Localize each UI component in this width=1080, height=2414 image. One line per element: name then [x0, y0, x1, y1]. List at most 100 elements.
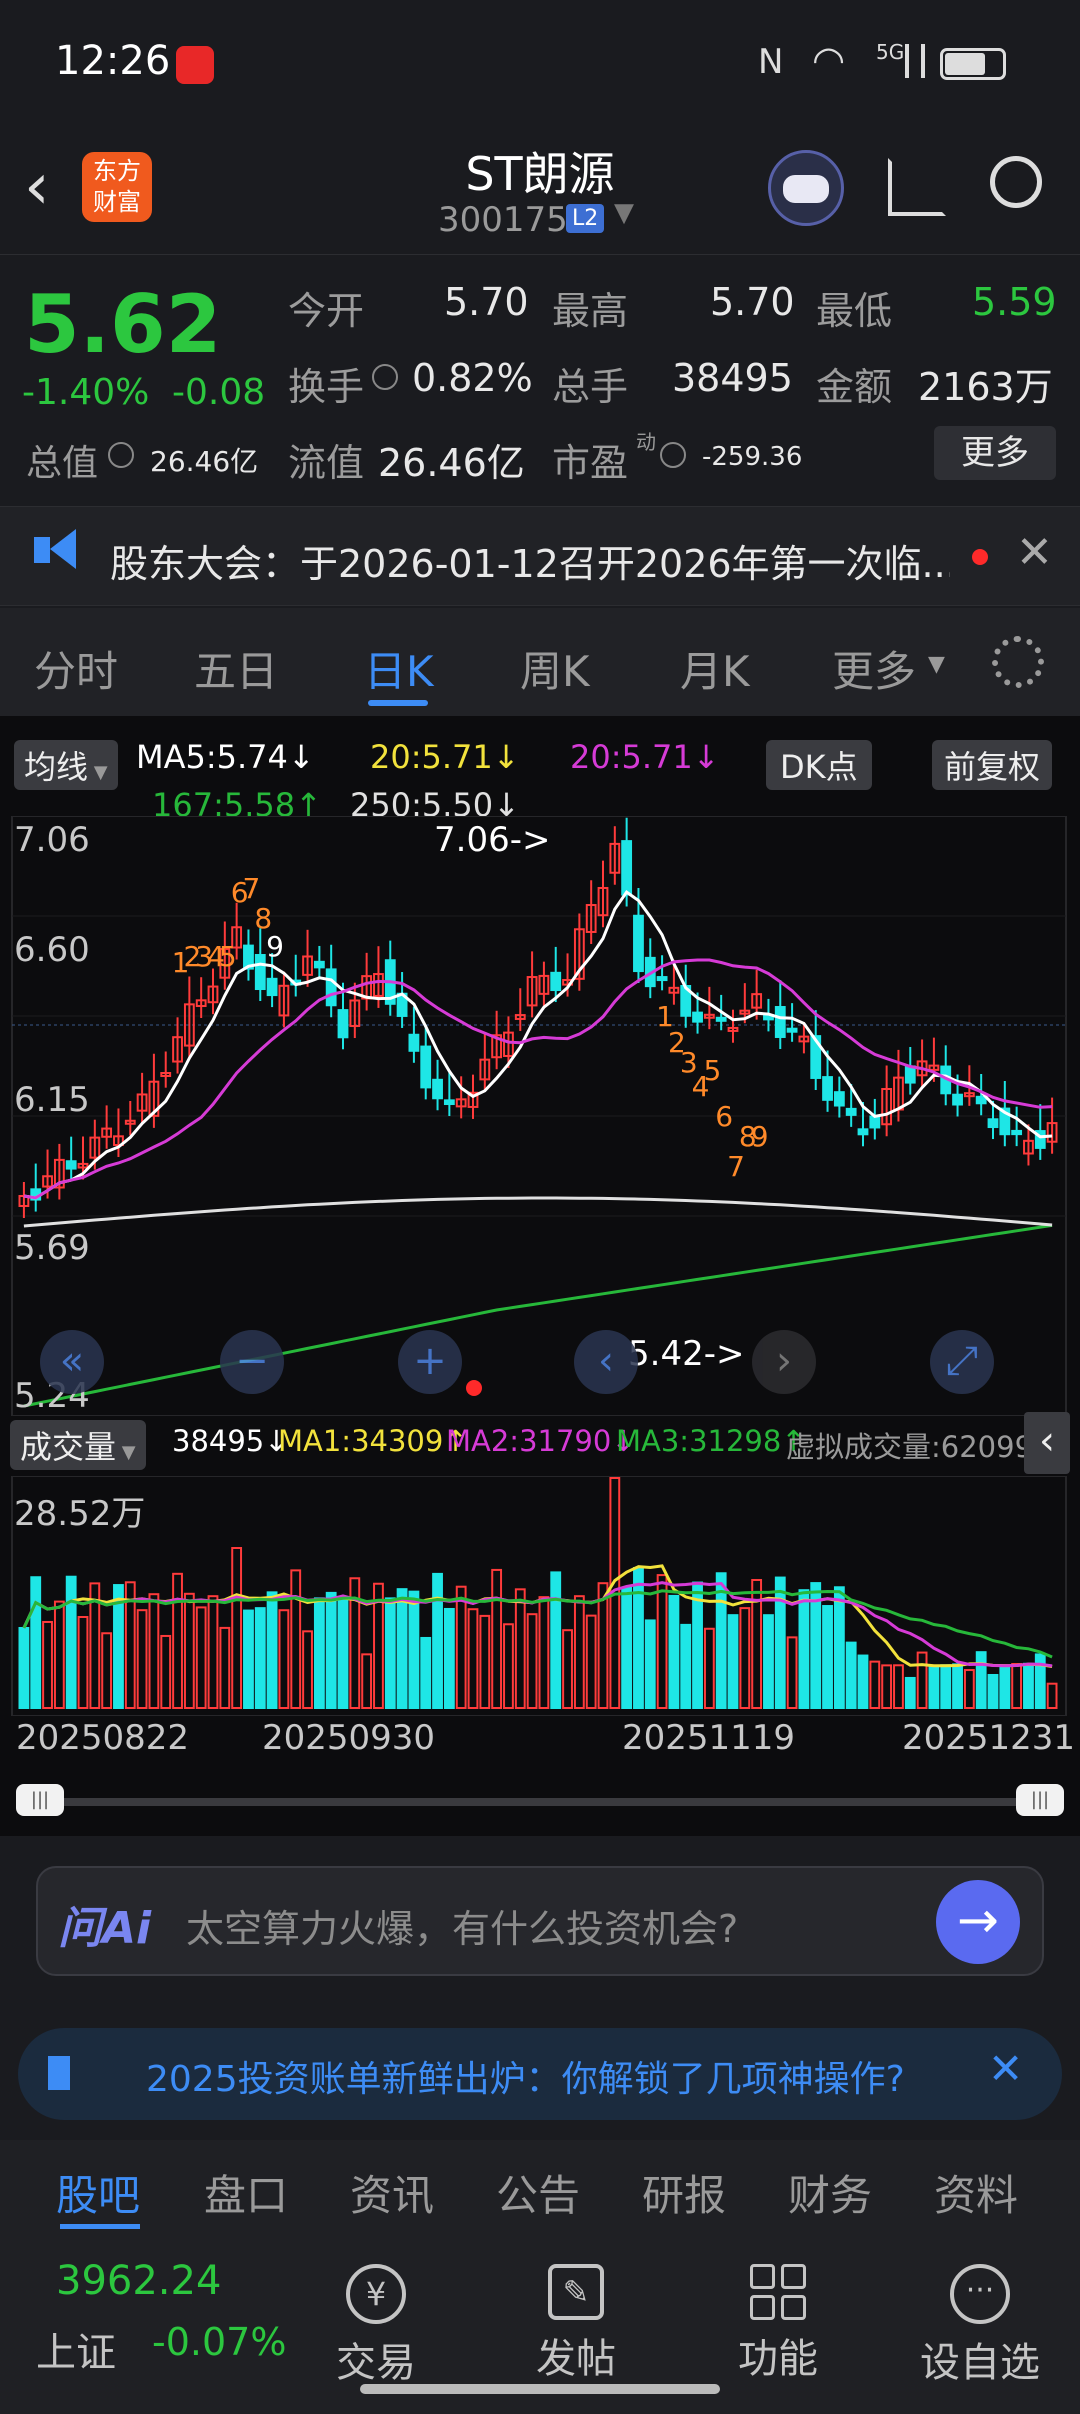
status-bar: 12:26 N ◠ 5G	[0, 0, 1080, 130]
adjust-button[interactable]: 前复权	[932, 740, 1053, 790]
tab-forum[interactable]: 股吧	[56, 2162, 140, 2223]
signal-marker: 5	[219, 940, 237, 973]
ma5-value: MA5:5.74↓	[136, 738, 315, 776]
index-value[interactable]: 3962.24	[56, 2258, 221, 2304]
pe-label: 市盈	[552, 441, 629, 485]
robot-assistant-icon[interactable]	[768, 150, 844, 226]
arrow-right-icon[interactable]: →	[936, 1880, 1020, 1964]
float-label: 流值	[288, 441, 365, 485]
add-watchlist-button[interactable]: ··· 设自选	[900, 2264, 1060, 2388]
back-icon[interactable]: ‹	[24, 150, 50, 224]
home-indicator	[360, 2384, 720, 2394]
volume-bar	[432, 1572, 443, 1710]
volume-bar	[573, 1595, 585, 1709]
zoom-in-icon[interactable]: +	[398, 1330, 462, 1394]
volume-bar	[916, 1651, 928, 1709]
ma20-yellow-value: 20:5.71↓	[370, 738, 520, 776]
ask-ai-bar[interactable]: 问Ai 太空算力火爆，有什么投资机会? →	[36, 1866, 1044, 1976]
volume-bar	[467, 1608, 479, 1709]
volume-bar	[680, 1623, 692, 1709]
tab-monthly-k[interactable]: 月K	[680, 638, 750, 699]
tab-research[interactable]: 研报	[642, 2162, 726, 2223]
tab-handicap[interactable]: 盘口	[204, 2162, 288, 2223]
volume-bar	[526, 1613, 538, 1710]
level-badge: L2	[566, 204, 605, 233]
battery-icon	[940, 48, 1006, 80]
tab-five-day[interactable]: 五日	[194, 638, 278, 699]
ma-selector[interactable]: 均线 ▼	[14, 740, 118, 790]
low-label: 最低	[816, 289, 893, 333]
volume-chart[interactable]	[0, 1476, 1080, 1716]
candle	[833, 1091, 845, 1107]
tab-active-indicator	[368, 700, 428, 706]
volume-ma1: MA1:34309↑	[278, 1424, 468, 1458]
tab-weekly-k[interactable]: 周K	[520, 638, 590, 699]
zoom-out-icon[interactable]: −	[220, 1330, 284, 1394]
kline-chart-area[interactable]: 均线 ▼ MA5:5.74↓ 20:5.71↓ 20:5.71↓ 167:5.5…	[0, 716, 1080, 1836]
candle	[822, 1076, 833, 1101]
scroll-right-icon[interactable]: ›	[752, 1330, 816, 1394]
share-icon[interactable]	[888, 158, 946, 216]
stock-name[interactable]: ST朗源	[340, 138, 740, 204]
range-slider-track[interactable]	[16, 1798, 1062, 1806]
promo-banner[interactable]: 2025投资账单新鲜出炉：你解锁了几项神操作? ✕	[18, 2028, 1062, 2120]
candle	[786, 1027, 798, 1033]
candle	[633, 914, 644, 973]
range-handle-left[interactable]: |||	[16, 1784, 64, 1816]
pe-superscript: 动	[636, 430, 656, 454]
ask-input[interactable]: 太空算力火爆，有什么投资机会?	[186, 1898, 738, 1953]
tab-profile[interactable]: 资料	[934, 2162, 1018, 2223]
volume-bar	[160, 1634, 172, 1709]
index-change[interactable]: -0.07%	[152, 2320, 286, 2364]
notice-text[interactable]: 股东大会：于2026-01-12召开2026年第一次临...	[110, 533, 950, 588]
status-time: 12:26	[55, 38, 171, 84]
tab-daily-k[interactable]: 日K	[364, 638, 434, 699]
volume-bar	[361, 1653, 373, 1709]
candle	[432, 1078, 443, 1100]
dk-button[interactable]: DK点	[766, 740, 872, 790]
volume-bar	[243, 1609, 254, 1709]
volume-bar	[183, 1592, 195, 1709]
volume-bar	[562, 1629, 573, 1709]
volume-bar	[597, 1582, 609, 1709]
amount-label: 金额	[816, 365, 893, 409]
volume-selector[interactable]: 成交量 ▼	[10, 1420, 146, 1470]
signal-marker: 6	[715, 1100, 733, 1133]
gear-icon[interactable]	[992, 636, 1044, 688]
post-button[interactable]: ✎ 发帖	[496, 2264, 656, 2384]
chevron-down-icon[interactable]: ▼	[928, 652, 945, 677]
turnover-value: 0.82%	[412, 356, 533, 400]
kline-chart[interactable]: 123456789123456789	[0, 816, 1080, 1416]
search-icon[interactable]	[990, 156, 1042, 208]
speaker-cone	[50, 529, 76, 569]
scroll-left-icon[interactable]: ‹	[574, 1330, 638, 1394]
notice-bar[interactable]: 股东大会：于2026-01-12召开2026年第一次临... ✕	[0, 506, 1080, 606]
fullscreen-icon[interactable]: ⤢	[930, 1330, 994, 1394]
range-handle-right[interactable]: |||	[1016, 1784, 1064, 1816]
signal-marker: 9	[266, 930, 284, 963]
tab-announcements[interactable]: 公告	[496, 2162, 580, 2223]
chevron-down-icon[interactable]: ▼	[614, 198, 634, 228]
functions-button[interactable]: 功能	[698, 2264, 858, 2384]
tab-finance[interactable]: 财务	[788, 2162, 872, 2223]
scroll-left-fast-icon[interactable]: «	[40, 1330, 104, 1394]
close-icon[interactable]: ✕	[988, 2044, 1023, 2093]
info-icon[interactable]	[372, 364, 398, 390]
promo-text[interactable]: 2025投资账单新鲜出炉：你解锁了几项神操作?	[146, 2050, 905, 2102]
tab-news[interactable]: 资讯	[350, 2162, 434, 2223]
post-label: 发帖	[536, 2336, 616, 2382]
ma250-line	[23, 1196, 1053, 1228]
collapse-icon[interactable]: ‹	[1024, 1412, 1070, 1474]
close-icon[interactable]: ✕	[1016, 527, 1053, 578]
trade-button[interactable]: ¥ 交易	[296, 2264, 456, 2388]
info-icon[interactable]	[660, 442, 686, 468]
index-name[interactable]: 上证	[36, 2320, 116, 2378]
price-axis-4: 5.69	[14, 1228, 90, 1268]
volume-bar	[763, 1614, 774, 1709]
tab-more[interactable]: 更多	[832, 638, 916, 699]
volume-bar	[65, 1575, 77, 1710]
info-icon[interactable]	[108, 442, 134, 468]
volume-bar	[857, 1654, 869, 1709]
more-button[interactable]: 更多	[934, 426, 1056, 480]
tab-intraday[interactable]: 分时	[34, 638, 118, 699]
